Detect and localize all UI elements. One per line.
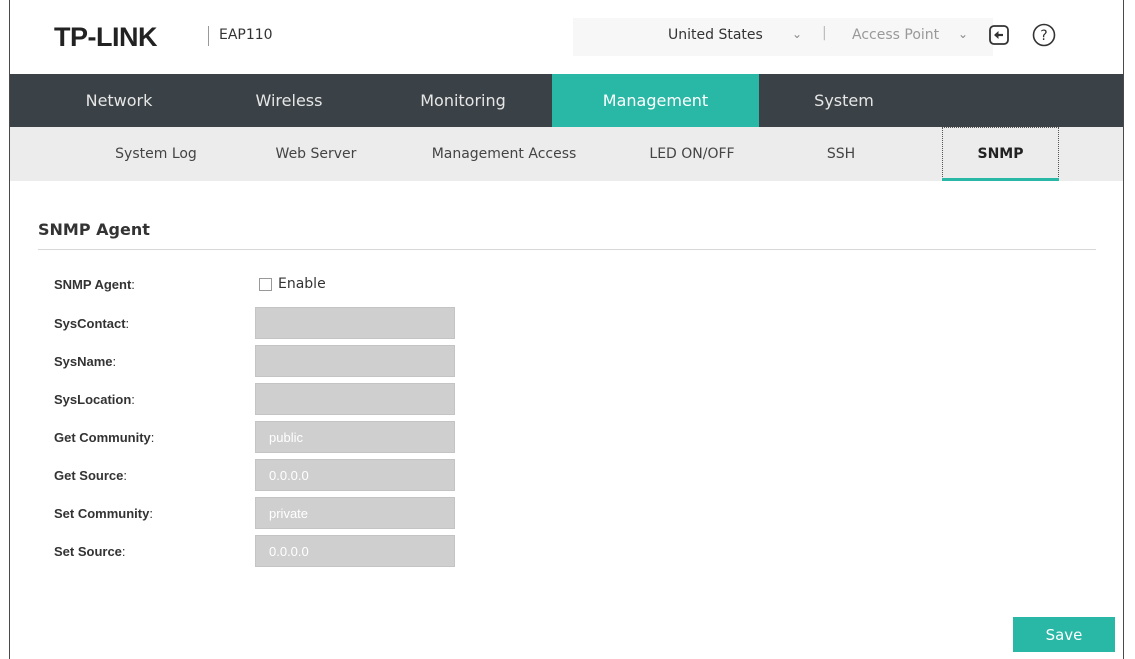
active-tab-indicator <box>942 178 1059 181</box>
enable-checkbox-label[interactable]: Enable <box>278 276 326 292</box>
logout-icon[interactable] <box>988 24 1010 46</box>
set-source-input[interactable] <box>255 535 455 567</box>
tab-management[interactable]: Management <box>552 74 759 127</box>
snmp-agent-enable-checkbox[interactable] <box>259 278 272 291</box>
set-community-label: Set Community: <box>54 506 153 521</box>
subtab-system-log[interactable]: System Log <box>96 127 216 181</box>
get-community-input[interactable] <box>255 421 455 453</box>
syscontact-input[interactable] <box>255 307 455 339</box>
chevron-down-icon[interactable]: ⌄ <box>958 27 968 41</box>
subtab-web-server[interactable]: Web Server <box>256 127 376 181</box>
syslocation-label: SysLocation: <box>54 392 135 407</box>
help-icon[interactable]: ? <box>1032 23 1056 47</box>
save-button[interactable]: Save <box>1013 617 1115 652</box>
brand-logo: TP-LINK <box>54 22 157 52</box>
header-divider: | <box>822 25 827 41</box>
country-select[interactable]: United States <box>668 27 763 43</box>
get-source-label-text: Get Source <box>54 468 124 483</box>
subtab-ssh[interactable]: SSH <box>791 127 891 181</box>
sysname-input[interactable] <box>255 345 455 377</box>
main-nav: Network Wireless Monitoring Management S… <box>10 74 1123 127</box>
get-source-label: Get Source: <box>54 468 127 483</box>
tab-monitoring[interactable]: Monitoring <box>374 74 552 127</box>
tab-wireless[interactable]: Wireless <box>204 74 374 127</box>
syscontact-label: SysContact: <box>54 316 130 331</box>
section-title: SNMP Agent <box>38 220 150 239</box>
sysname-label: SysName: <box>54 354 117 369</box>
snmp-agent-label: SNMP Agent: <box>54 277 135 292</box>
get-community-label-text: Get Community <box>54 430 151 445</box>
syslocation-label-text: SysLocation <box>54 392 132 407</box>
section-divider <box>38 249 1096 250</box>
snmp-agent-label-text: SNMP Agent <box>54 277 132 292</box>
syscontact-label-text: SysContact <box>54 316 126 331</box>
set-community-label-text: Set Community <box>54 506 150 521</box>
syslocation-input[interactable] <box>255 383 455 415</box>
get-community-label: Get Community: <box>54 430 155 445</box>
logo-divider <box>208 26 209 46</box>
set-community-input[interactable] <box>255 497 455 529</box>
tab-network[interactable]: Network <box>34 74 204 127</box>
sub-nav: System Log Web Server Management Access … <box>10 127 1123 181</box>
subtab-management-access[interactable]: Management Access <box>414 127 594 181</box>
subtab-led-on-off[interactable]: LED ON/OFF <box>632 127 752 181</box>
app-frame: TP-LINK EAP110 United States ⌄ | Access … <box>9 0 1124 659</box>
set-source-label-text: Set Source <box>54 544 122 559</box>
device-model: EAP110 <box>219 27 273 43</box>
svg-text:?: ? <box>1040 28 1047 44</box>
sysname-label-text: SysName <box>54 354 113 369</box>
header: TP-LINK EAP110 United States ⌄ | Access … <box>10 0 1123 74</box>
subtab-snmp[interactable]: SNMP <box>942 127 1059 181</box>
chevron-down-icon[interactable]: ⌄ <box>792 27 802 41</box>
tab-system[interactable]: System <box>759 74 929 127</box>
set-source-label: Set Source: <box>54 544 126 559</box>
mode-select[interactable]: Access Point <box>852 27 939 43</box>
get-source-input[interactable] <box>255 459 455 491</box>
